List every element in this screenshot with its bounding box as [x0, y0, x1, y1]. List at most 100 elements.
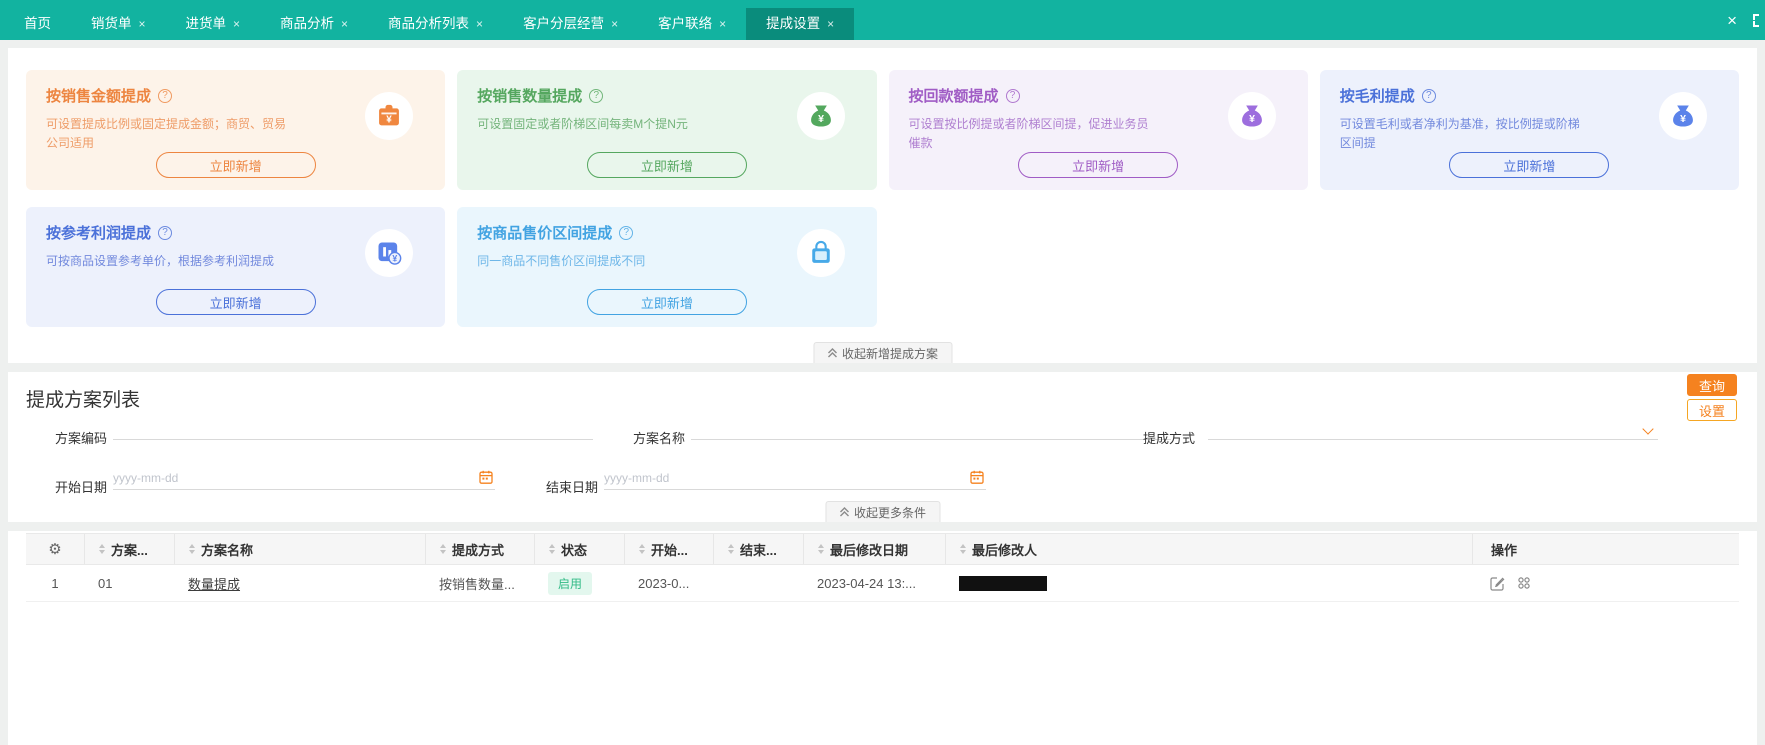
shopping-bag-icon: [796, 229, 845, 277]
sort-icon[interactable]: [549, 544, 555, 554]
add-now-button[interactable]: 立即新增: [155, 289, 316, 315]
sort-icon[interactable]: [440, 544, 446, 554]
column-settings-header: ⚙: [26, 534, 84, 564]
tab-close-icon[interactable]: ×: [719, 8, 726, 40]
money-bag-icon: ¥: [796, 92, 845, 140]
redacted-name: [959, 575, 1047, 591]
edit-icon[interactable]: [1490, 576, 1505, 591]
col-actions: 操作: [1472, 534, 1739, 564]
tab-close-icon[interactable]: ×: [233, 8, 240, 40]
sort-icon[interactable]: [639, 544, 645, 554]
calendar-icon[interactable]: [970, 470, 984, 489]
help-icon[interactable]: ?: [1005, 88, 1020, 103]
col-modified-date[interactable]: 最后修改日期: [803, 534, 945, 564]
plan-name-input[interactable]: [691, 416, 1171, 439]
card-description: 同一商品不同售价区间提成不同: [477, 254, 646, 268]
card-payment-collection-commission: 按回款额提成 ? 可设置按比例提或者阶梯区间提，促进业务员催款 ¥ 立即新增: [888, 70, 1308, 190]
plan-name-label: 方案名称: [633, 431, 686, 446]
tab-customer-tiering[interactable]: 客户分层经营 ×: [503, 8, 638, 40]
sort-icon[interactable]: [960, 544, 966, 554]
tab-purchase-order[interactable]: 进货单 ×: [166, 8, 261, 40]
col-status[interactable]: 状态: [534, 534, 624, 564]
card-description: 可设置固定或者阶梯区间每卖M个提N元: [477, 117, 688, 131]
tab-sales-order[interactable]: 销货单 ×: [71, 8, 166, 40]
tab-label: 商品分析列表: [388, 16, 470, 31]
chart-coin-icon: ¥: [365, 229, 414, 277]
settings-button[interactable]: 设置: [1687, 399, 1737, 421]
sort-icon[interactable]: [818, 544, 824, 554]
help-icon[interactable]: ?: [158, 88, 173, 103]
tab-product-analysis[interactable]: 商品分析 ×: [260, 8, 368, 40]
collapse-new-plans-toggle[interactable]: 收起新增提成方案: [812, 342, 953, 363]
end-date-input[interactable]: [604, 466, 986, 489]
card-reference-profit-commission: 按参考利润提成 ? 可按商品设置参考单价，根据参考利润提成 ¥ 立即新增: [26, 207, 446, 327]
sort-icon[interactable]: [189, 544, 195, 554]
svg-text:¥: ¥: [386, 114, 392, 125]
card-description: 可按商品设置参考单价，根据参考利润提成: [46, 254, 275, 268]
tab-customer-contact[interactable]: 客户联络 ×: [638, 8, 746, 40]
commission-method-select[interactable]: [1208, 416, 1658, 440]
help-icon[interactable]: ?: [589, 88, 604, 103]
plan-code-input[interactable]: [113, 416, 593, 439]
tab-close-icon[interactable]: ×: [476, 8, 483, 40]
col-modified-by[interactable]: 最后修改人: [945, 534, 1472, 564]
gear-icon[interactable]: ⚙: [48, 540, 61, 558]
col-end-date[interactable]: 结束...: [713, 534, 803, 564]
add-now-button[interactable]: 立即新增: [586, 289, 747, 315]
commission-method-label: 提成方式: [1143, 431, 1196, 446]
add-now-button[interactable]: 立即新增: [1018, 152, 1179, 178]
tab-close-icon[interactable]: ×: [611, 8, 618, 40]
add-now-button[interactable]: 立即新增: [586, 152, 747, 178]
start-date-label: 开始日期: [55, 480, 108, 495]
modified-by-cell: [945, 565, 1472, 601]
help-icon[interactable]: ?: [1421, 88, 1436, 103]
card-gross-profit-commission: 按毛利提成 ? 可设置毛利或者净利为基准，按比例提或阶梯区间提 ¥ 立即新增: [1319, 70, 1739, 190]
calendar-icon[interactable]: [479, 470, 493, 489]
add-now-button[interactable]: 立即新增: [155, 152, 316, 178]
tab-home[interactable]: 首页: [4, 8, 71, 40]
start-date-input[interactable]: [113, 466, 495, 489]
tab-commission-settings[interactable]: 提成设置 ×: [746, 8, 855, 40]
tab-close-icon[interactable]: ×: [827, 8, 834, 40]
cards-grid: 按销售金额提成 ? 可设置提成比例或固定提成金额；商贸、贸易公司适用 ¥ 立即新…: [8, 48, 1757, 327]
help-icon[interactable]: ?: [619, 225, 634, 240]
card-price-range-commission: 按商品售价区间提成 ? 同一商品不同售价区间提成不同 立即新增: [457, 207, 877, 327]
col-start-date[interactable]: 开始...: [624, 534, 713, 564]
row-action-icons: [1490, 576, 1531, 591]
start-date-input-wrap: [113, 466, 495, 490]
tab-product-analysis-list[interactable]: 商品分析列表 ×: [368, 8, 503, 40]
collapse-more-filters-toggle[interactable]: 收起更多条件: [824, 501, 941, 522]
card-description: 可设置按比例提或者阶梯区间提，促进业务员催款: [908, 117, 1149, 150]
plan-list-filter-panel: 提成方案列表 方案编码 方案名称 提成方式 查询 设置 开始日期 结束日期: [8, 372, 1757, 522]
status-badge: 启用: [548, 571, 593, 595]
plan-name-link[interactable]: 数量提成: [188, 574, 240, 593]
add-now-button[interactable]: 立即新增: [1449, 152, 1610, 178]
money-case-icon: ¥: [365, 92, 414, 140]
svg-text:¥: ¥: [393, 254, 398, 264]
svg-text:¥: ¥: [1680, 113, 1686, 125]
double-chevron-up-icon: [839, 507, 849, 517]
tab-close-icon[interactable]: ×: [139, 8, 146, 40]
row-index: 1: [51, 575, 59, 591]
tab-label: 首页: [24, 16, 51, 31]
query-button[interactable]: 查询: [1687, 374, 1737, 396]
close-icon[interactable]: ×: [1727, 12, 1737, 29]
money-bag-icon: ¥: [1227, 92, 1276, 140]
col-plan-code[interactable]: 方案...: [84, 534, 174, 564]
tab-close-icon[interactable]: ×: [341, 8, 348, 40]
tab-label: 提成设置: [766, 16, 821, 31]
money-bag-icon: ¥: [1659, 92, 1707, 140]
col-plan-name[interactable]: 方案名称: [174, 534, 425, 564]
help-icon[interactable]: ?: [158, 225, 173, 240]
tab-label: 进货单: [185, 16, 227, 31]
modified-date-cell: 2023-04-24 13:...: [817, 575, 917, 591]
actions-cell: [1472, 565, 1739, 601]
end-date-cell: [713, 565, 803, 601]
col-method[interactable]: 提成方式: [425, 534, 534, 564]
plan-table: ⚙ 方案... 方案名称 提成方式 状态 开始... 结束... 最后修改日期 …: [26, 533, 1739, 602]
sort-icon[interactable]: [728, 544, 734, 554]
fullscreen-icon[interactable]: [1753, 13, 1765, 27]
tab-label: 客户联络: [658, 16, 713, 31]
sort-icon[interactable]: [99, 544, 105, 554]
grid-more-icon[interactable]: [1517, 576, 1531, 590]
